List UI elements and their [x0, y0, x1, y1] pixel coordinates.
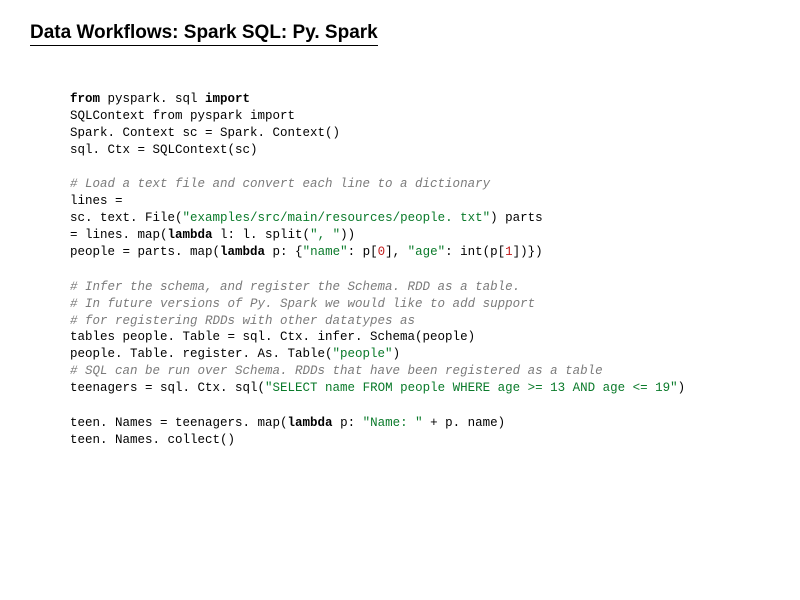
code-block-load: # Load a text file and convert each line… [70, 176, 770, 260]
code-block-collect: teen. Names = teenagers. map(lambda p: "… [70, 415, 770, 449]
code-text: tables people. Table = sql. Ctx. infer. … [70, 330, 475, 344]
keyword-lambda: lambda [288, 416, 333, 430]
comment: # Infer the schema, and register the Sch… [70, 280, 520, 294]
keyword-from: from [70, 92, 100, 106]
code-text: teen. Names = teenagers. map( [70, 416, 288, 430]
code-text: l: l. split( [213, 228, 311, 242]
code-area: from pyspark. sql import SQLContext from… [70, 74, 770, 449]
string-literal: "age" [408, 245, 446, 259]
code-block-imports: from pyspark. sql import SQLContext from… [70, 91, 770, 159]
code-text: sql. Ctx = SQLContext(sc) [70, 143, 258, 157]
code-text: SQLContext from pyspark import [70, 109, 295, 123]
number-literal: 1 [505, 245, 513, 259]
keyword-lambda: lambda [220, 245, 265, 259]
code-text: ) [678, 381, 686, 395]
string-literal: ", " [310, 228, 340, 242]
string-literal: "examples/src/main/resources/people. txt… [183, 211, 491, 225]
code-block-schema: # Infer the schema, and register the Sch… [70, 279, 770, 397]
code-text: ) [393, 347, 401, 361]
code-text: p: [333, 416, 363, 430]
code-text: : int(p[ [445, 245, 505, 259]
string-literal: "name" [303, 245, 348, 259]
code-text: + p. name) [423, 416, 506, 430]
code-text: teen. Names. collect() [70, 433, 235, 447]
keyword-import: import [205, 92, 250, 106]
code-text: ], [385, 245, 408, 259]
code-text: sc. text. File( [70, 211, 183, 225]
keyword-lambda: lambda [168, 228, 213, 242]
code-text: ) parts [490, 211, 543, 225]
code-text: people = parts. map( [70, 245, 220, 259]
comment: # Load a text file and convert each line… [70, 177, 490, 191]
slide-title: Data Workflows: Spark SQL: Py. Spark [30, 22, 378, 46]
code-text: p: { [265, 245, 303, 259]
string-literal: "people" [333, 347, 393, 361]
code-text: = lines. map( [70, 228, 168, 242]
comment: # In future versions of Py. Spark we wou… [70, 297, 535, 311]
code-text: Spark. Context sc = Spark. Context() [70, 126, 340, 140]
string-literal: "SELECT name FROM people WHERE age >= 13… [265, 381, 678, 395]
string-literal: "Name: " [363, 416, 423, 430]
number-literal: 0 [378, 245, 386, 259]
code-text: pyspark. sql [100, 92, 205, 106]
code-text: : p[ [348, 245, 378, 259]
code-text: lines = [70, 194, 123, 208]
code-text: teenagers = sql. Ctx. sql( [70, 381, 265, 395]
comment: # SQL can be run over Schema. RDDs that … [70, 364, 603, 378]
comment: # for registering RDDs with other dataty… [70, 314, 415, 328]
code-text: people. Table. register. As. Table( [70, 347, 333, 361]
code-text: ])}) [513, 245, 543, 259]
code-text: )) [340, 228, 355, 242]
